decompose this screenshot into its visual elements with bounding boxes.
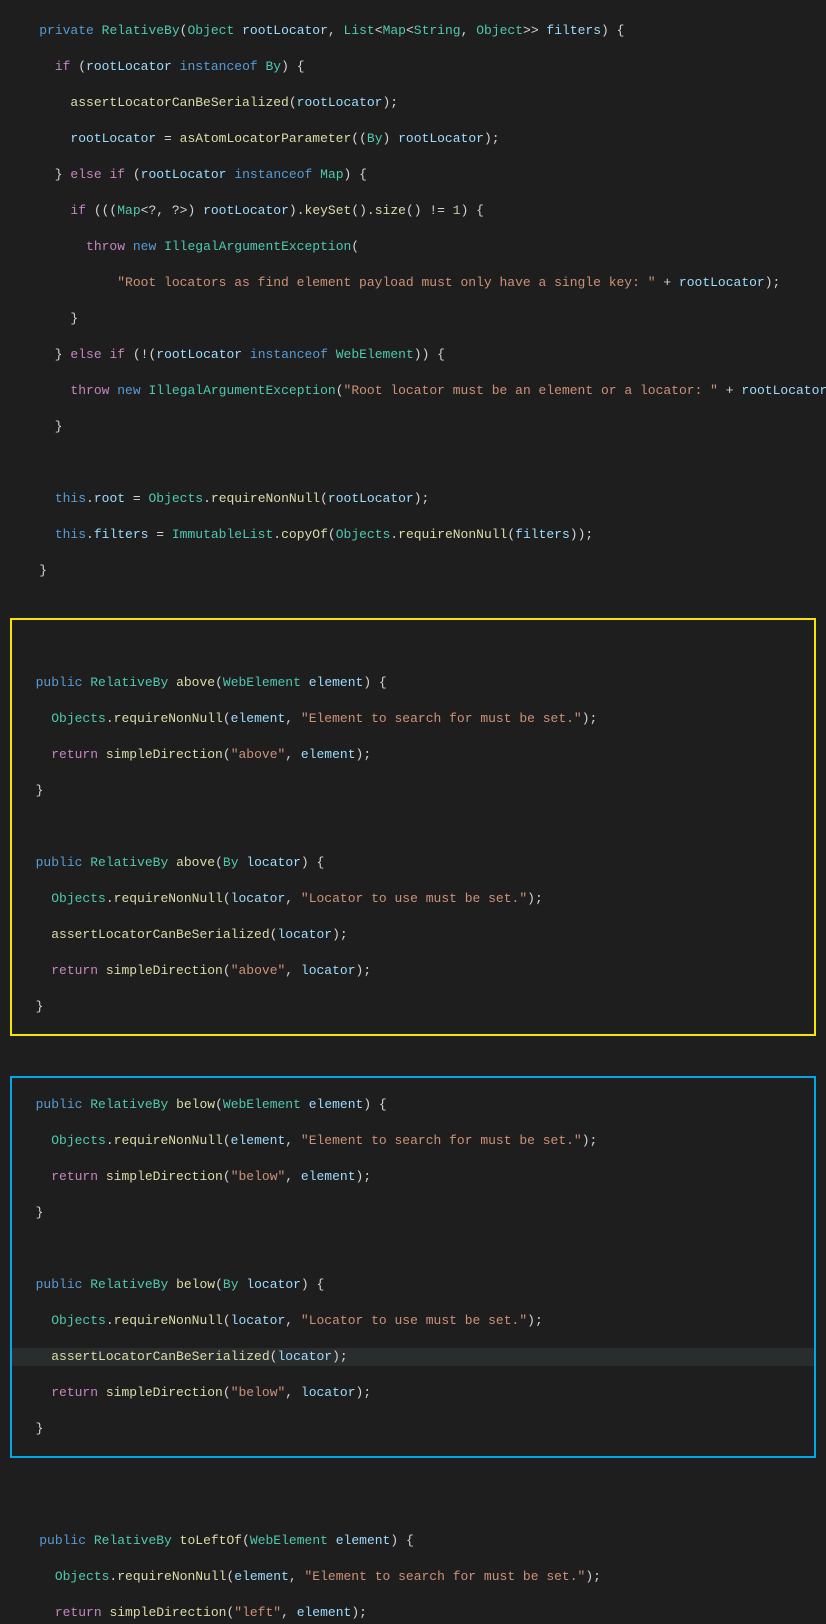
code-line: throw new IllegalArgumentException("Root… [0, 382, 826, 400]
code-line [12, 1240, 814, 1258]
code-line: Objects.requireNonNull(element, "Element… [12, 1132, 814, 1150]
code-line: public RelativeBy below(WebElement eleme… [12, 1096, 814, 1114]
code-line: return simpleDirection("left", element); [0, 1604, 826, 1622]
code-line [0, 454, 826, 472]
code-line: throw new IllegalArgumentException( [0, 238, 826, 256]
code-line: } [0, 310, 826, 328]
code-line: assertLocatorCanBeSerialized(rootLocator… [0, 94, 826, 112]
highlight-box-yellow: public RelativeBy above(WebElement eleme… [10, 618, 816, 1036]
code-line [12, 818, 814, 836]
code-line: this.root = Objects.requireNonNull(rootL… [0, 490, 826, 508]
code-line: Objects.requireNonNull(locator, "Locator… [12, 890, 814, 908]
code-line: if (((Map<?, ?>) rootLocator).keySet().s… [0, 202, 826, 220]
code-line: } [0, 418, 826, 436]
code-line: Objects.requireNonNull(locator, "Locator… [12, 1312, 814, 1330]
code-line: } [12, 998, 814, 1016]
code-line [0, 1496, 826, 1514]
code-line: return simpleDirection("below", element)… [12, 1168, 814, 1186]
code-line: return simpleDirection("above", element)… [12, 746, 814, 764]
code-line: return simpleDirection("above", locator)… [12, 962, 814, 980]
code-editor[interactable]: private RelativeBy(Object rootLocator, L… [0, 0, 826, 1624]
code-line: this.filters = ImmutableList.copyOf(Obje… [0, 526, 826, 544]
code-line: if (rootLocator instanceof By) { [0, 58, 826, 76]
code-line: public RelativeBy above(WebElement eleme… [12, 674, 814, 692]
code-line: "Root locators as find element payload m… [0, 274, 826, 292]
code-line: } [12, 1420, 814, 1438]
code-line: Objects.requireNonNull(element, "Element… [12, 710, 814, 728]
code-line: public RelativeBy toLeftOf(WebElement el… [0, 1532, 826, 1550]
code-line: return simpleDirection("below", locator)… [12, 1384, 814, 1402]
code-line: } [12, 1204, 814, 1222]
code-line: rootLocator = asAtomLocatorParameter((By… [0, 130, 826, 148]
code-line: assertLocatorCanBeSerialized(locator); [12, 1348, 814, 1366]
code-line: } else if (!(rootLocator instanceof WebE… [0, 346, 826, 364]
code-line: Objects.requireNonNull(element, "Element… [0, 1568, 826, 1586]
code-line [12, 638, 814, 656]
code-line: assertLocatorCanBeSerialized(locator); [12, 926, 814, 944]
highlight-box-cyan: public RelativeBy below(WebElement eleme… [10, 1076, 816, 1458]
code-line: public RelativeBy above(By locator) { [12, 854, 814, 872]
code-line: private RelativeBy(Object rootLocator, L… [0, 22, 826, 40]
code-line: } else if (rootLocator instanceof Map) { [0, 166, 826, 184]
code-line: } [0, 562, 826, 580]
code-line: } [12, 782, 814, 800]
code-line: public RelativeBy below(By locator) { [12, 1276, 814, 1294]
